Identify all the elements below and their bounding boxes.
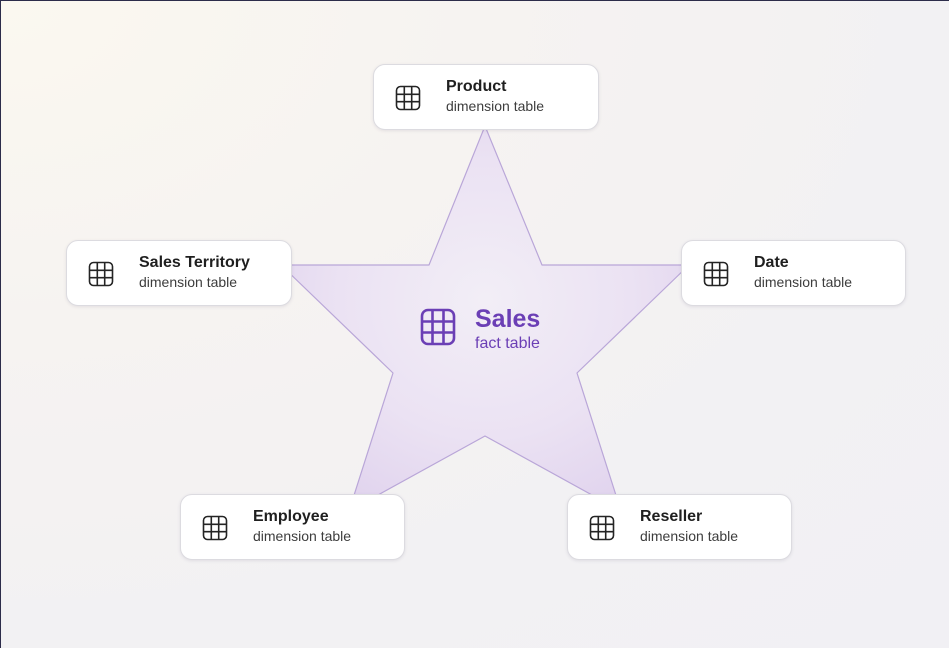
dimension-title: Employee [253,508,329,525]
dimension-subtitle: dimension table [253,528,352,544]
table-grid-icon [202,515,228,541]
dimension-title: Product [446,78,507,95]
dimension-subtitle: dimension table [139,274,238,290]
table-grid-icon [703,261,729,287]
table-grid-icon [395,85,421,111]
star-schema-diagram: Sales fact table Product dimension table… [0,0,949,648]
dimension-card-employee[interactable]: Employee dimension table [180,494,405,560]
dimension-card-product[interactable]: Product dimension table [373,64,599,130]
table-grid-icon [88,261,114,287]
table-grid-icon [589,515,615,541]
dimension-subtitle: dimension table [640,528,739,544]
fact-table-subtitle: fact table [475,335,540,352]
table-grid-icon [420,308,456,346]
dimension-title: Date [754,254,789,271]
dimension-subtitle: dimension table [446,98,545,114]
fact-table-title: Sales [475,305,541,333]
dimension-title: Reseller [640,508,703,525]
dimension-card-reseller[interactable]: Reseller dimension table [567,494,792,560]
dimension-card-date[interactable]: Date dimension table [681,240,906,306]
dimension-card-sales-territory[interactable]: Sales Territory dimension table [66,240,292,306]
dimension-subtitle: dimension table [754,274,853,290]
dimension-title: Sales Territory [139,254,250,271]
